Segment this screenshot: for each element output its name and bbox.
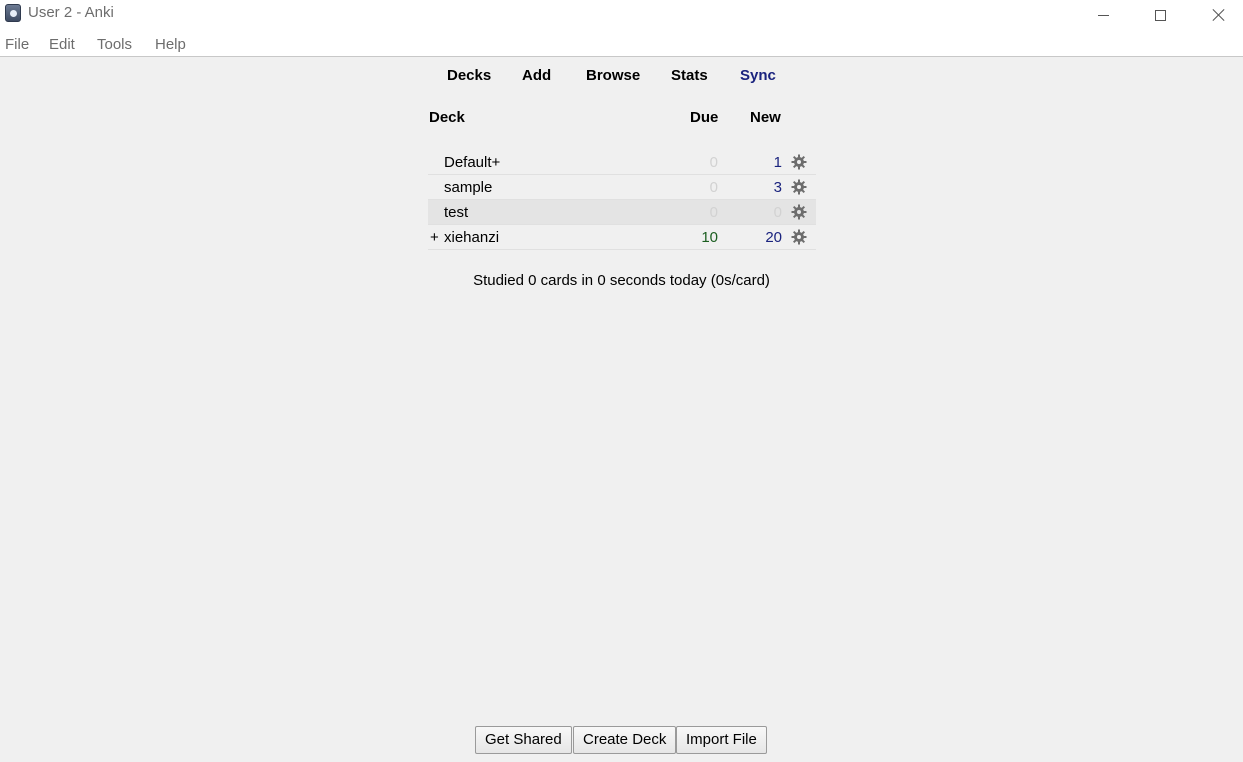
main-toolbar: Decks Add Browse Stats Sync [0,58,1243,94]
import-file-button[interactable]: Import File [676,726,767,754]
close-button[interactable] [1196,0,1242,30]
close-icon [1212,8,1226,22]
toolbar-add-link[interactable]: Add [522,67,551,84]
deck-name[interactable]: xiehanzi [444,229,499,246]
study-summary: Studied 0 cards in 0 seconds today (0s/c… [473,272,770,289]
menu-help[interactable]: Help [155,36,186,53]
deck-list: Deck Due New Default+ 0 1 sample 0 3 tes… [428,100,816,250]
header-deck: Deck [429,109,465,126]
deck-row-test[interactable]: test 0 0 [428,200,816,225]
due-count: 0 [709,204,718,221]
menu-bar: File Edit Tools Help [0,30,1243,57]
gear-icon[interactable] [791,179,807,195]
maximize-icon [1154,9,1166,21]
new-count: 20 [765,229,782,246]
new-count: 3 [773,179,782,196]
anki-app-icon [5,4,21,22]
toolbar-stats-link[interactable]: Stats [671,67,708,84]
expand-toggle[interactable]: + [430,229,439,246]
menu-tools[interactable]: Tools [97,36,132,53]
create-deck-button[interactable]: Create Deck [573,726,677,754]
minimize-icon [1097,14,1109,16]
due-count: 10 [701,229,718,246]
gear-icon[interactable] [791,229,807,245]
new-count: 0 [773,204,782,221]
window-title: User 2 - Anki [28,4,114,21]
gear-icon[interactable] [791,204,807,220]
due-count: 0 [709,179,718,196]
maximize-button[interactable] [1137,0,1183,30]
title-bar: User 2 - Anki [0,0,1243,30]
deck-row-xiehanzi[interactable]: + xiehanzi 10 20 [428,225,816,250]
deck-name[interactable]: Default+ [444,154,500,171]
due-count: 0 [709,154,718,171]
gear-icon[interactable] [791,154,807,170]
header-due: Due [690,109,719,126]
header-new: New [750,109,781,126]
deck-name[interactable]: test [444,204,468,221]
minimize-button[interactable] [1080,0,1126,30]
deck-row-default[interactable]: Default+ 0 1 [428,150,816,175]
toolbar-decks-link[interactable]: Decks [447,67,491,84]
deck-list-header: Deck Due New [428,100,816,140]
deck-name[interactable]: sample [444,179,492,196]
toolbar-browse-link[interactable]: Browse [586,67,640,84]
menu-file[interactable]: File [5,36,29,53]
new-count: 1 [773,154,782,171]
toolbar-sync-link[interactable]: Sync [740,67,776,84]
menu-edit[interactable]: Edit [49,36,75,53]
get-shared-button[interactable]: Get Shared [475,726,572,754]
deck-row-sample[interactable]: sample 0 3 [428,175,816,200]
